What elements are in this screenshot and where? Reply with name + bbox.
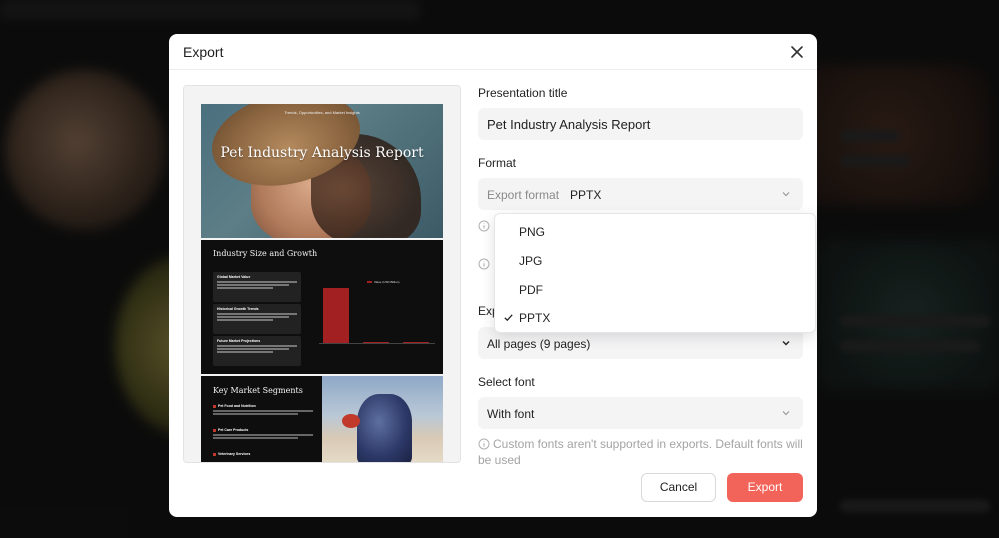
format-dropdown-menu: PNG JPG PDF PPTX: [494, 213, 816, 333]
export-pages-value: All pages (9 pages): [487, 337, 591, 351]
format-hint: [478, 218, 493, 234]
slide-title: Pet Industry Analysis Report: [220, 145, 424, 161]
format-option-png[interactable]: PNG: [519, 225, 545, 239]
cancel-button[interactable]: Cancel: [641, 473, 716, 502]
slide-card: Future Market Projections: [213, 336, 301, 366]
slide-thumbnail-1: Trends, Opportunities, and Market Insigh…: [201, 104, 443, 238]
chevron-down-icon: [781, 408, 791, 418]
presentation-title-input[interactable]: Pet Industry Analysis Report: [478, 108, 803, 140]
slide-card-title: Global Market Value: [217, 275, 251, 279]
info-icon: [478, 258, 490, 270]
slide-chart: Value (USD Billion): [309, 274, 435, 354]
export-format-select[interactable]: Export format PPTX: [478, 178, 803, 210]
info-icon: [478, 220, 490, 232]
export-format-label: Export format: [487, 188, 560, 202]
format-option-jpg[interactable]: JPG: [519, 254, 542, 268]
slide-tagline: Trends, Opportunities, and Market Insigh…: [284, 110, 360, 115]
presentation-title-value: Pet Industry Analysis Report: [487, 117, 651, 132]
slide-thumbnail-3: Key Market Segments Pet Food and Nutriti…: [201, 376, 443, 462]
format-label: Format: [478, 156, 517, 170]
chart-bar: [323, 288, 349, 344]
slide-list-item: Pet Food and Nutrition: [213, 404, 313, 416]
format-option-pdf[interactable]: PDF: [519, 283, 543, 297]
slide-title: Key Market Segments: [213, 386, 303, 395]
font-hint: Custom fonts aren't supported in exports…: [478, 436, 803, 466]
export-dialog: Export Trends, Opportunities, and Market…: [169, 34, 817, 517]
export-format-value: PPTX: [570, 188, 602, 202]
chevron-down-icon: [781, 189, 791, 199]
slide-card: Global Market Value: [213, 272, 301, 302]
dialog-title: Export: [183, 44, 224, 60]
font-hint-text: Custom fonts aren't supported in exports…: [478, 437, 803, 466]
check-icon: [503, 312, 514, 323]
font-select[interactable]: With font: [478, 397, 803, 429]
format-option-pptx[interactable]: PPTX: [519, 311, 550, 325]
slide-list-item: Veterinary Services: [213, 452, 313, 458]
slide-list-item: Pet Care Products: [213, 428, 313, 440]
slide-card-title: Future Market Projections: [217, 339, 261, 343]
slide-thumbnail-2: Industry Size and Growth Global Market V…: [201, 240, 443, 374]
presentation-title-label: Presentation title: [478, 86, 568, 100]
slides-preview[interactable]: Trends, Opportunities, and Market Insigh…: [183, 85, 461, 463]
slide-title: Industry Size and Growth: [213, 249, 318, 258]
slide-card-title: Historical Growth Trends: [217, 307, 259, 311]
select-font-label: Select font: [478, 375, 535, 389]
slide-card: Historical Growth Trends: [213, 304, 301, 334]
chart-axis: [319, 343, 435, 344]
chevron-down-icon: [781, 338, 791, 348]
format-hint: [478, 256, 493, 272]
export-button[interactable]: Export: [727, 473, 803, 502]
font-value: With font: [487, 407, 535, 421]
info-icon: [478, 438, 490, 450]
chart-legend: Value (USD Billion): [367, 280, 399, 284]
slide-photo: [322, 376, 443, 462]
